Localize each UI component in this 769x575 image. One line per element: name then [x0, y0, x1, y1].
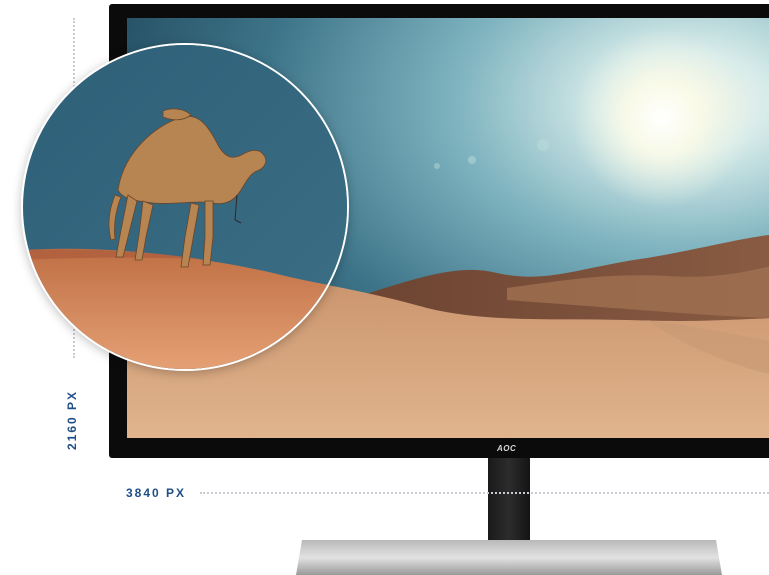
height-dimension-label: 2160 PX — [65, 389, 79, 450]
camel-closeup-image — [23, 45, 347, 369]
camel-zoom-magnifier — [21, 43, 349, 371]
monitor-stand-base — [296, 540, 722, 575]
monitor-stand-neck — [488, 458, 530, 546]
brand-logo: AOC — [497, 444, 517, 453]
width-dimension-line — [200, 492, 769, 494]
width-dimension-label: 3840 PX — [126, 486, 187, 500]
